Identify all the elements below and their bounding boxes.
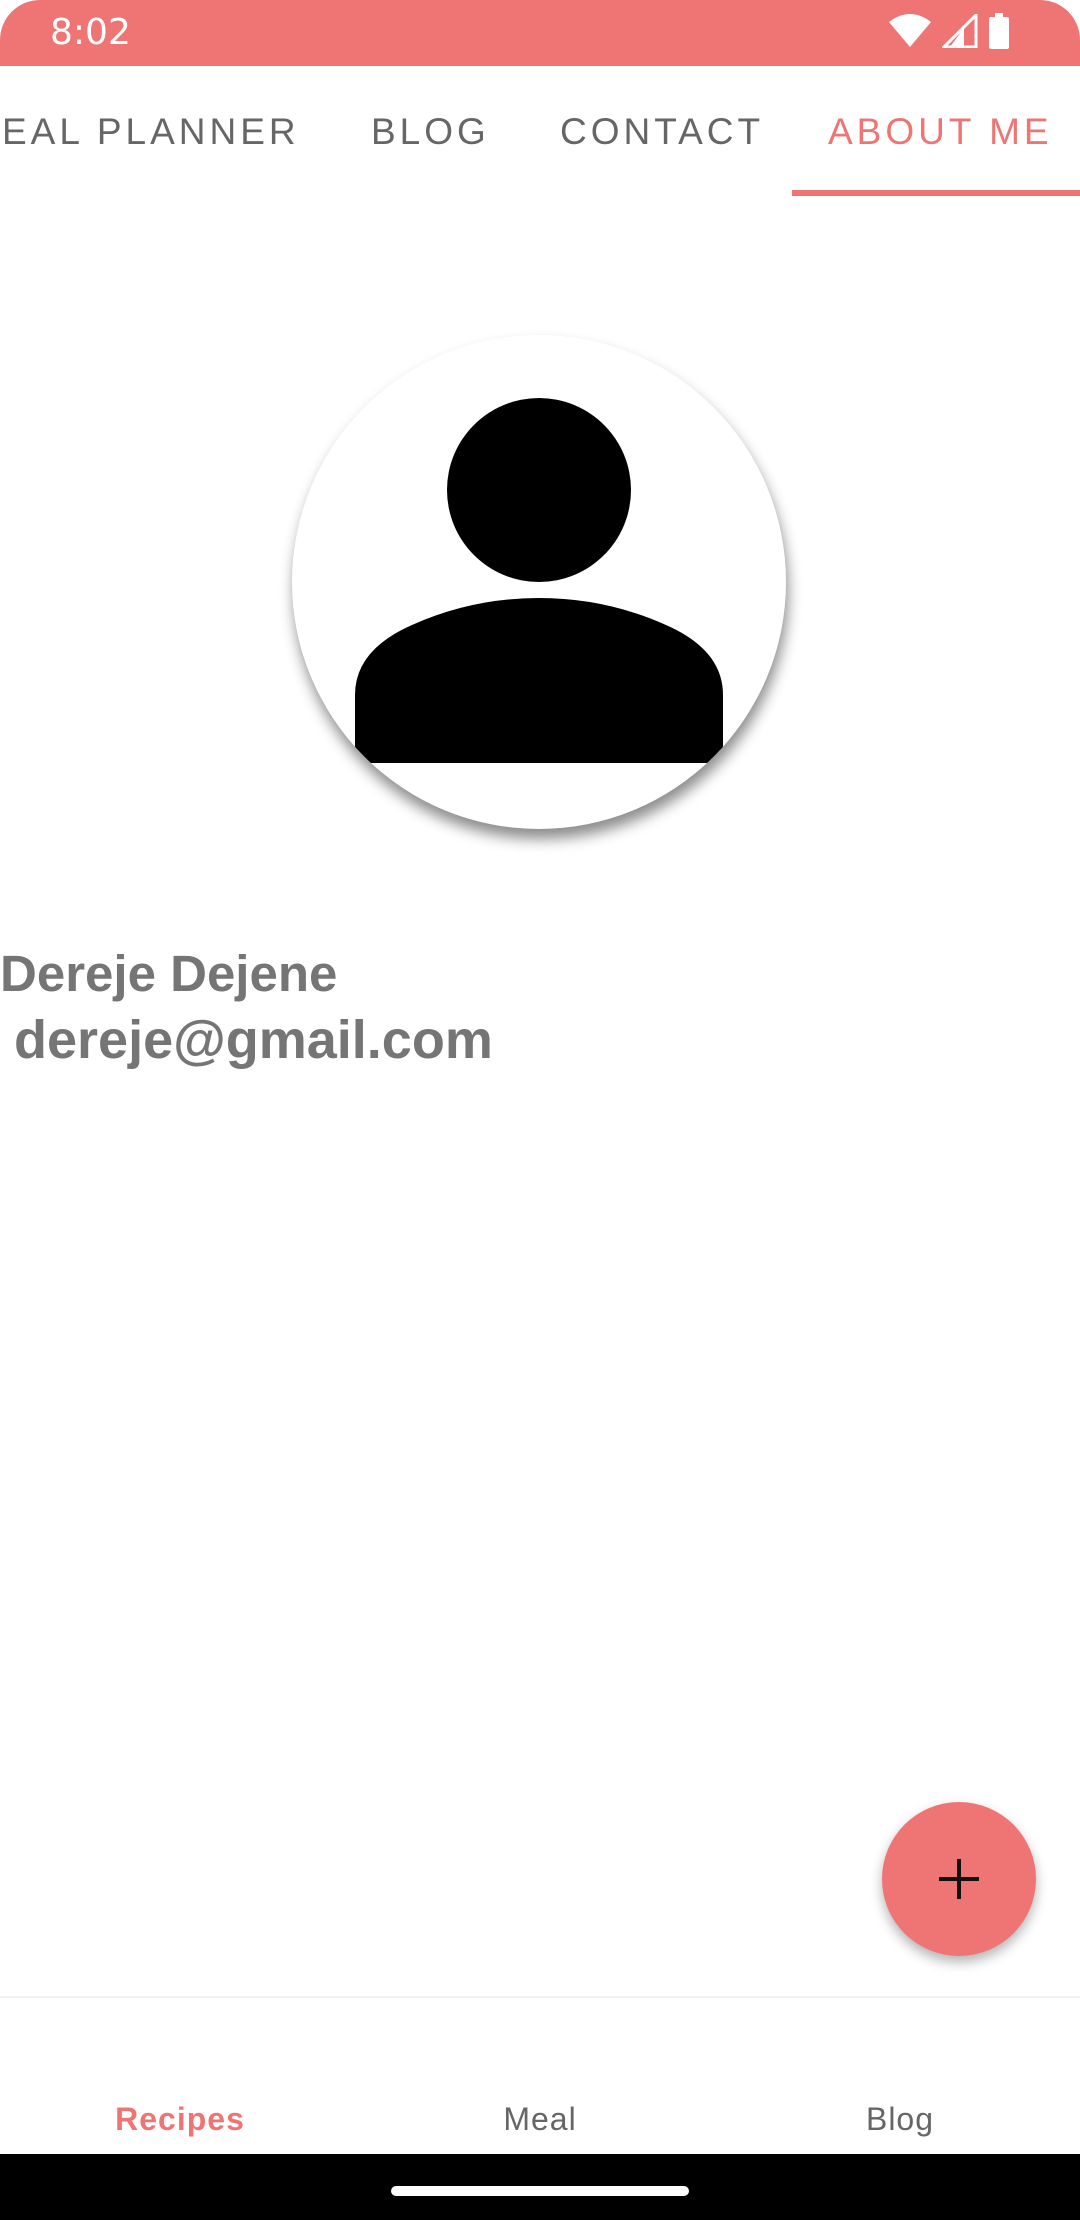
status-time: 8:02 bbox=[50, 12, 131, 53]
wifi-icon bbox=[888, 14, 932, 52]
battery-icon bbox=[988, 13, 1010, 53]
tab-blog[interactable]: BLOG bbox=[371, 66, 490, 198]
person-icon bbox=[355, 398, 723, 763]
nav-item-label: Meal bbox=[503, 2101, 577, 2137]
signal-icon bbox=[940, 11, 978, 52]
status-icons bbox=[888, 11, 1010, 53]
plus-icon bbox=[939, 1859, 979, 1899]
nav-item-label: Blog bbox=[865, 2101, 935, 2137]
nav-item-label: Recipes bbox=[115, 2101, 245, 2137]
nav-item-blog[interactable]: Blog bbox=[720, 1998, 1080, 2156]
tab-contact[interactable]: CONTACT bbox=[560, 66, 764, 198]
status-bar: 8:02 bbox=[0, 0, 1080, 66]
tab-about-me[interactable]: ABOUT ME bbox=[828, 66, 1053, 198]
profile-name: Dereje Dejene bbox=[0, 945, 338, 1002]
profile-email: dereje@gmail.com bbox=[14, 1010, 493, 1070]
tab-indicator bbox=[792, 190, 1080, 196]
avatar bbox=[292, 335, 786, 829]
bottom-navigation: Recipes Meal Blog bbox=[0, 1996, 1080, 2156]
add-button[interactable] bbox=[882, 1802, 1036, 1956]
top-tab-bar: EAL PLANNER BLOG CONTACT ABOUT ME bbox=[0, 66, 1080, 198]
system-navigation-bar bbox=[0, 2154, 1080, 2220]
home-gesture-handle[interactable] bbox=[391, 2186, 689, 2196]
nav-item-meal[interactable]: Meal bbox=[360, 1998, 720, 2156]
tab-meal-planner[interactable]: EAL PLANNER bbox=[2, 66, 300, 198]
nav-item-recipes[interactable]: Recipes bbox=[0, 1998, 360, 2156]
